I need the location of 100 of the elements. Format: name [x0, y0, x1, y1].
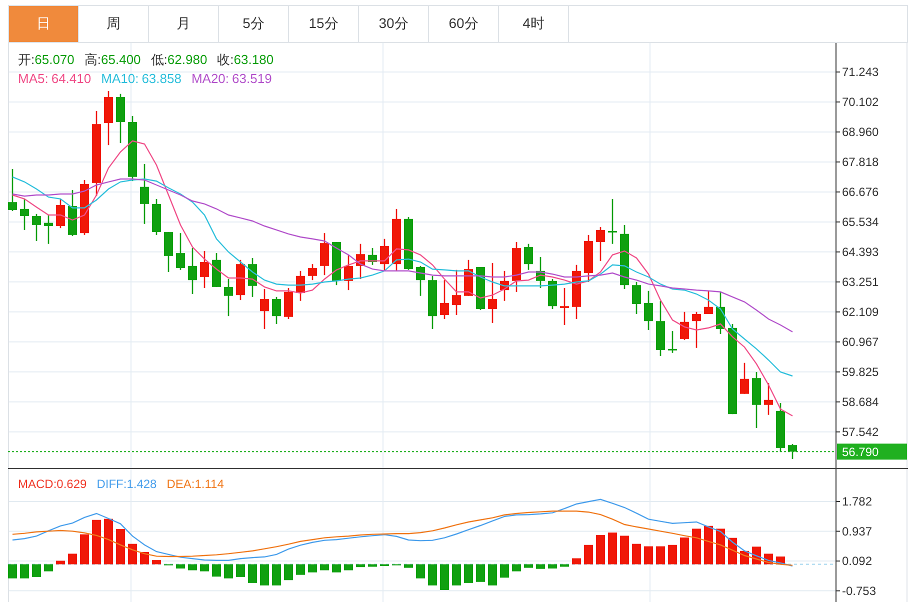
candlestick: [356, 244, 365, 280]
histogram-bar: [452, 564, 461, 586]
legend-item: 低:62.980: [150, 51, 208, 69]
histogram-bar: [440, 564, 449, 590]
histogram-bar: [128, 544, 137, 564]
histogram-bar: [236, 564, 245, 577]
candlestick: [572, 264, 581, 319]
candlestick: [392, 208, 401, 271]
axis-label: 64.393: [842, 244, 879, 259]
candlestick: [128, 116, 137, 182]
axis-label: 57.542: [842, 424, 879, 439]
candlestick: [452, 270, 461, 316]
histogram-bar: [68, 554, 77, 564]
candlestick: [140, 164, 149, 224]
axis-label: 68.960: [842, 124, 879, 139]
histogram-bar: [632, 544, 641, 564]
legend-item: 高:65.400: [84, 51, 141, 69]
legend-item: DIFF:1.428: [96, 477, 157, 491]
histogram-bar: [224, 564, 233, 578]
histogram-bar: [56, 560, 65, 564]
histogram-bar: [284, 564, 293, 580]
histogram-bar: [248, 564, 257, 583]
histogram-bar: [584, 544, 593, 564]
candlestick: [668, 331, 677, 353]
current-price-badge: 56.790: [837, 444, 907, 460]
candlestick: [248, 258, 257, 297]
candlestick: [764, 383, 773, 415]
candlestick: [644, 290, 653, 330]
candlestick: [212, 253, 221, 287]
candlestick: [260, 289, 269, 329]
axis-label: 0.937: [842, 524, 872, 538]
candlestick: [32, 214, 41, 241]
candlestick: [320, 233, 329, 276]
histogram-bar: [620, 536, 629, 564]
candlestick: [488, 263, 497, 323]
legend-item: MA5: 64.410: [18, 70, 92, 86]
histogram-bar: [332, 564, 341, 572]
candlestick: [704, 290, 713, 314]
candlestick: [440, 280, 449, 319]
candlestick: [584, 234, 593, 282]
candlestick: [776, 403, 785, 452]
legend-item: MA20: 63.519: [191, 70, 272, 86]
axis-label: 60.967: [842, 334, 879, 349]
candlestick: [224, 279, 233, 316]
candlestick: [296, 270, 305, 301]
candlestick: [740, 362, 749, 394]
histogram-bar: [176, 564, 185, 568]
candlestick: [116, 94, 125, 143]
candlestick: [8, 169, 17, 212]
legend-item: DEA:1.114: [166, 477, 224, 491]
ref-line-label: 56.790: [842, 445, 880, 460]
candlestick: [464, 260, 473, 296]
histogram-bar: [464, 564, 473, 583]
axis-label: 59.825: [842, 364, 879, 379]
legend-item: MACD:0.629: [18, 477, 87, 491]
histogram-bar: [500, 564, 509, 578]
histogram-bar: [212, 564, 221, 577]
histogram-bar: [656, 546, 665, 564]
histogram-bar: [596, 535, 605, 564]
candlestick: [656, 300, 665, 356]
candlestick: [596, 227, 605, 261]
axis-label: 71.243: [842, 65, 879, 79]
candlestick: [500, 270, 509, 301]
histogram-bar: [680, 538, 689, 564]
axis-label: 70.102: [842, 94, 879, 109]
histogram-bar: [380, 564, 389, 566]
histogram-bar: [476, 564, 485, 582]
candlestick: [380, 238, 389, 271]
candlestick: [752, 372, 761, 428]
histogram-bar: [572, 558, 581, 564]
candlestick: [428, 276, 437, 329]
histogram-bar: [92, 520, 101, 564]
candlestick: [272, 296, 281, 324]
axis-label: 65.534: [842, 214, 879, 229]
candlestick: [164, 232, 173, 272]
axis-label: -0.753: [842, 584, 876, 598]
candlestick: [236, 260, 245, 300]
axis-label: 63.251: [842, 274, 879, 289]
candlestick: [104, 91, 113, 146]
histogram-bar: [704, 526, 713, 564]
histogram-bar: [488, 564, 497, 586]
histogram-bar: [524, 564, 533, 568]
histogram-bar: [152, 560, 161, 564]
histogram-bar: [644, 546, 653, 564]
candlestick: [56, 198, 65, 228]
candlestick: [512, 242, 521, 292]
candlestick: [20, 198, 29, 230]
histogram-bar: [20, 564, 29, 578]
candlestick: [608, 198, 617, 244]
axis-label: 67.818: [842, 154, 879, 169]
candlestick: [68, 190, 77, 236]
candlestick: [368, 248, 377, 265]
candlestick: [476, 266, 485, 310]
candlestick: [716, 292, 725, 334]
histogram-bar: [200, 564, 209, 572]
candlestick: [200, 250, 209, 288]
histogram-bar: [548, 564, 557, 568]
axis-label: 0.092: [842, 554, 872, 568]
histogram-bar: [308, 564, 317, 572]
histogram-bar: [512, 564, 521, 572]
